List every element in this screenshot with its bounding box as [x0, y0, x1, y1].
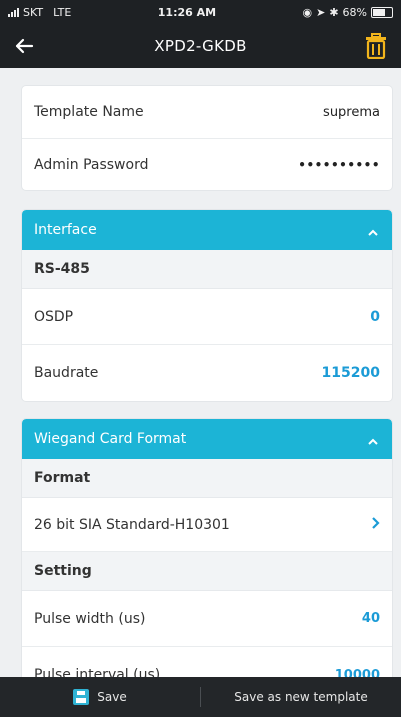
battery-percent: 68% — [342, 5, 367, 19]
admin-password-value[interactable]: •••••••••• — [298, 158, 380, 172]
format-heading: Format — [22, 459, 392, 498]
status-time: 11:26 AM — [157, 5, 217, 19]
alarm-icon: ◉ — [302, 5, 313, 19]
status-bar: SKT LTE 11:26 AM ◉ ➤ ✱ 68% — [0, 0, 401, 24]
network-label: LTE — [53, 5, 72, 19]
bluetooth-icon: ✱ — [329, 5, 339, 19]
card-format-row[interactable]: 26 bit SIA Standard-H10301 — [22, 498, 392, 552]
pulse-width-row[interactable]: Pulse width (us) 40 — [22, 591, 392, 647]
interface-card: Interface RS-485 OSDP 0 Baudrate 115200 — [22, 210, 392, 401]
nav-bar: XPD2-GKDB — [0, 24, 401, 68]
template-name-value[interactable]: suprema — [323, 105, 380, 120]
wiegand-card: Wiegand Card Format Format 26 bit SIA St… — [22, 419, 392, 703]
interface-section-header[interactable]: Interface — [22, 210, 392, 250]
save-label: Save — [97, 690, 127, 704]
baudrate-row[interactable]: Baudrate 115200 — [22, 345, 392, 401]
status-left: SKT LTE — [8, 6, 71, 19]
wiegand-title: Wiegand Card Format — [34, 431, 187, 447]
chevron-up-icon[interactable] — [368, 225, 378, 236]
chevron-up-icon[interactable] — [368, 434, 378, 445]
template-name-label: Template Name — [34, 104, 144, 120]
chevron-right-icon[interactable] — [371, 516, 380, 534]
save-as-new-template-button[interactable]: Save as new template — [201, 677, 401, 717]
back-arrow-icon[interactable] — [10, 32, 38, 60]
baudrate-value[interactable]: 115200 — [322, 365, 380, 381]
admin-password-label: Admin Password — [34, 156, 149, 173]
save-icon — [73, 689, 90, 705]
osdp-row[interactable]: OSDP 0 — [22, 289, 392, 345]
battery-icon — [370, 6, 393, 18]
setting-heading: Setting — [22, 552, 392, 591]
pulse-width-label: Pulse width (us) — [34, 610, 146, 627]
pulse-width-value[interactable]: 40 — [362, 611, 380, 626]
bottom-action-bar: Save Save as new template — [0, 677, 401, 717]
location-icon: ➤ — [316, 5, 326, 19]
template-name-row[interactable]: Template Name suprema — [22, 86, 392, 139]
osdp-label: OSDP — [34, 308, 74, 325]
template-card: Template Name suprema Admin Password •••… — [22, 86, 392, 190]
admin-password-row[interactable]: Admin Password •••••••••• — [22, 139, 392, 190]
wiegand-section-header[interactable]: Wiegand Card Format — [22, 419, 392, 459]
page-title: XPD2-GKDB — [154, 37, 247, 55]
card-format-value: 26 bit SIA Standard-H10301 — [34, 516, 230, 533]
main-content: Template Name suprema Admin Password •••… — [22, 86, 392, 703]
rs485-heading: RS-485 — [22, 250, 392, 289]
interface-title: Interface — [34, 222, 97, 238]
osdp-value[interactable]: 0 — [370, 309, 380, 325]
signal-icon — [8, 7, 19, 17]
baudrate-label: Baudrate — [34, 365, 99, 381]
status-right: ◉ ➤ ✱ 68% — [302, 6, 393, 19]
trash-icon[interactable] — [361, 30, 391, 62]
carrier-label: SKT — [23, 5, 44, 19]
save-as-label: Save as new template — [234, 690, 368, 704]
save-button[interactable]: Save — [0, 677, 200, 717]
